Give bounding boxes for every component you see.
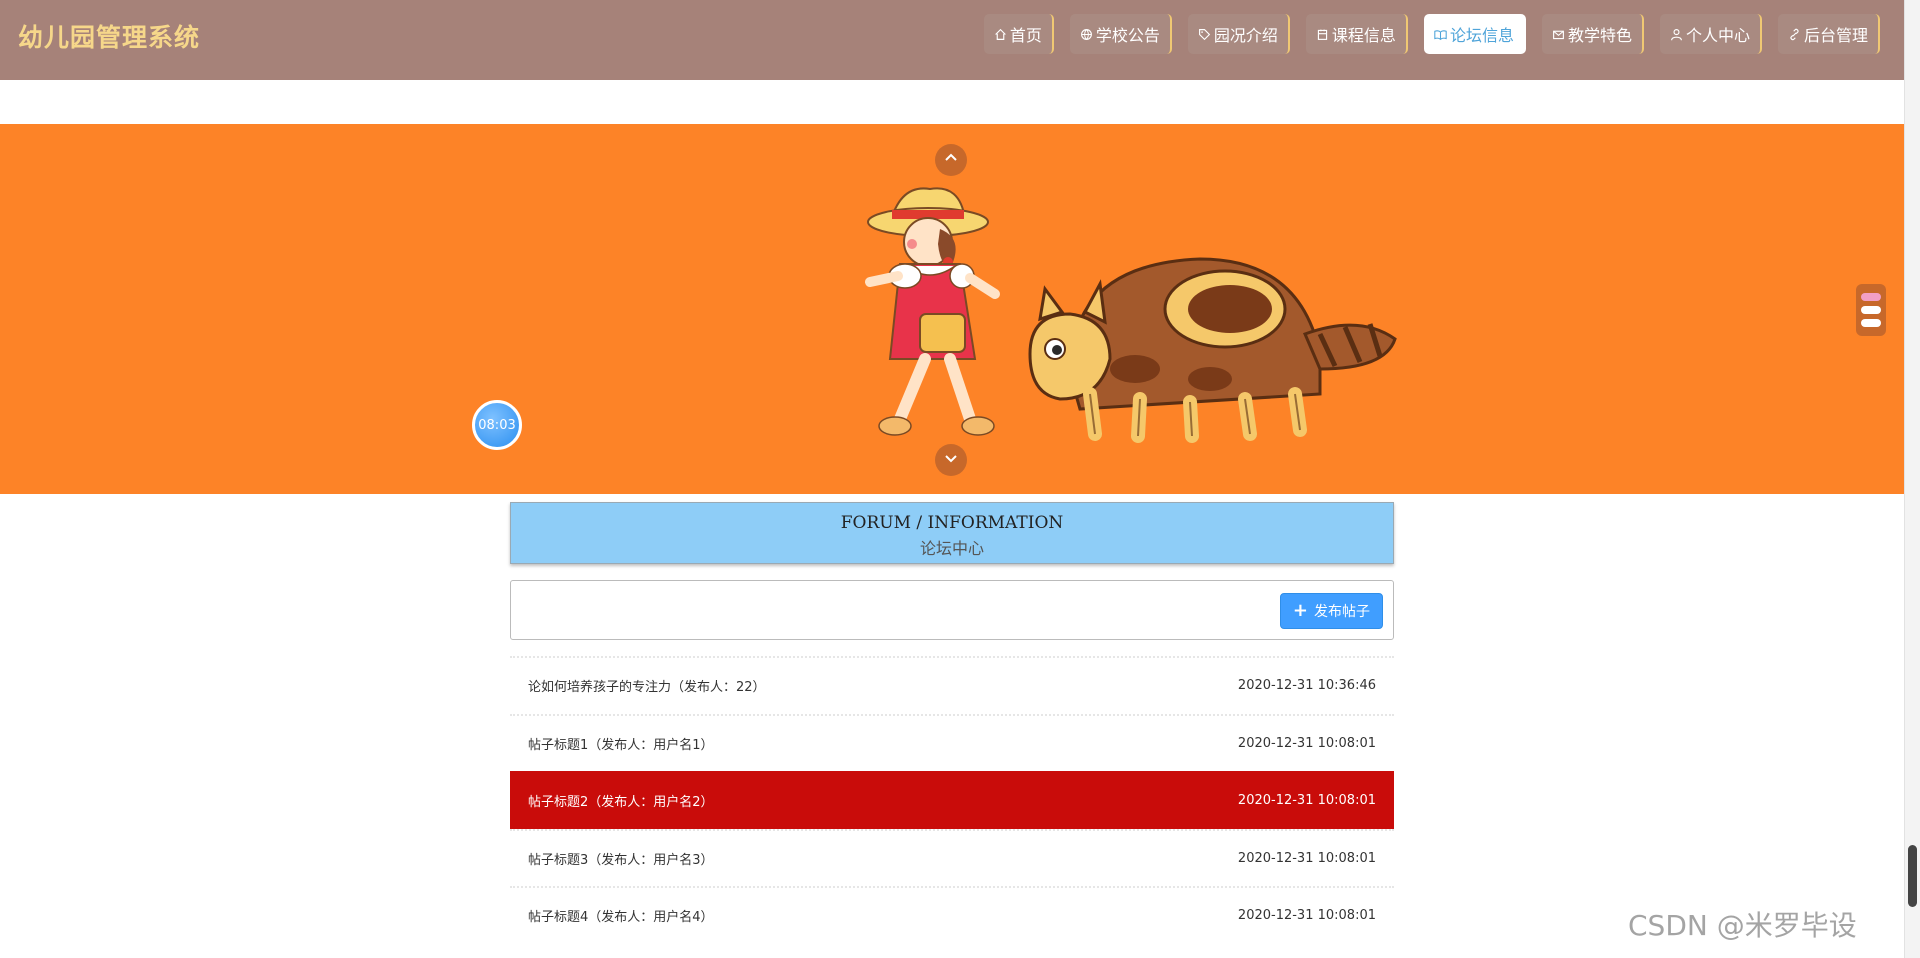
post-time: 2020-12-31 10:08:01 [1237, 850, 1376, 866]
user-icon [1670, 27, 1684, 41]
scrollbar-thumb[interactable] [1908, 845, 1917, 907]
top-header: 幼儿园管理系统 首页 学校公告 园况介绍 课程信息 论坛信息 教学特色 个人中心… [0, 0, 1904, 80]
carousel-indicator-2[interactable] [1861, 306, 1881, 314]
banner-illustration [865, 187, 1397, 443]
post-time: 2020-12-31 10:08:01 [1237, 793, 1376, 809]
calendar-icon [1316, 27, 1330, 41]
nav-admin-label: 后台管理 [1803, 26, 1868, 45]
nav-notice-label: 学校公告 [1095, 26, 1160, 45]
mail-icon [1552, 27, 1566, 41]
nav-intro-label: 园况介绍 [1213, 26, 1278, 45]
nav-course-label: 课程信息 [1331, 26, 1396, 45]
post-title: 帖子标题4（发布人：用户名4） [528, 910, 714, 926]
nav-admin[interactable]: 后台管理 [1777, 14, 1880, 54]
clock-widget: 08:03 [472, 400, 522, 450]
post-row[interactable]: 论如何培养孩子的专注力（发布人：22） 2020-12-31 10:36:46 [510, 656, 1394, 714]
girl-illustration [865, 187, 1000, 436]
watermark: CSDN @米罗毕设 [1628, 909, 1857, 942]
nav-profile-label: 个人中心 [1685, 26, 1750, 45]
carousel-indicator-1[interactable] [1861, 293, 1881, 301]
site-title: 幼儿园管理系统 [18, 23, 201, 52]
forum-heading: FORUM / INFORMATION 论坛中心 [510, 502, 1394, 564]
forum-title-en: FORUM / INFORMATION [840, 513, 1064, 533]
tag-icon [1198, 27, 1212, 41]
post-time: 2020-12-31 10:08:01 [1237, 735, 1376, 751]
post-row[interactable]: 帖子标题3（发布人：用户名3） 2020-12-31 10:08:01 [510, 828, 1394, 887]
carousel-indicator-3[interactable] [1861, 319, 1881, 327]
nav-home[interactable]: 首页 [983, 14, 1054, 54]
globe-icon [1080, 27, 1094, 41]
nav-course[interactable]: 课程信息 [1305, 14, 1408, 54]
forum-title-cn: 论坛中心 [919, 539, 984, 558]
nav-feature[interactable]: 教学特色 [1541, 14, 1644, 54]
home-icon [994, 27, 1008, 41]
nav-profile[interactable]: 个人中心 [1659, 14, 1762, 54]
nav-feature-label: 教学特色 [1567, 26, 1632, 45]
post-title: 帖子标题1（发布人：用户名1） [528, 737, 714, 753]
post-title: 帖子标题3（发布人：用户名3） [528, 852, 714, 868]
publish-post-button[interactable]: + 发布帖子 [1279, 593, 1383, 629]
post-row-highlighted[interactable]: 帖子标题2（发布人：用户名2） 2020-12-31 10:08:01 [510, 771, 1394, 829]
post-time: 2020-12-31 10:08:01 [1237, 908, 1376, 924]
nav-forum[interactable]: 论坛信息 [1423, 14, 1526, 54]
nav-home-label: 首页 [1009, 26, 1042, 45]
nav-intro[interactable]: 园况介绍 [1187, 14, 1290, 54]
publish-post-label: 发布帖子 [1314, 604, 1370, 620]
carousel-down-button[interactable] [935, 444, 967, 476]
chevron-down-icon [943, 450, 959, 470]
plus-icon: + [1292, 600, 1308, 621]
post-title: 论如何培养孩子的专注力（发布人：22） [528, 680, 766, 696]
forum-toolbar: + 发布帖子 [510, 580, 1394, 640]
page-scrollbar[interactable] [1904, 0, 1920, 958]
banner-carousel: 08:03 [0, 124, 1904, 494]
nav-notice[interactable]: 学校公告 [1069, 14, 1172, 54]
carousel-indicators [1856, 284, 1886, 336]
main-nav: 首页 学校公告 园况介绍 课程信息 论坛信息 教学特色 个人中心 后台管理 [983, 14, 1880, 54]
nav-forum-label: 论坛信息 [1449, 26, 1514, 45]
post-row[interactable]: 帖子标题4（发布人：用户名4） 2020-12-31 10:08:01 [510, 886, 1394, 944]
post-title: 帖子标题2（发布人：用户名2） [528, 795, 714, 811]
post-row[interactable]: 帖子标题1（发布人：用户名1） 2020-12-31 10:08:01 [510, 713, 1394, 772]
link-icon [1788, 27, 1802, 41]
post-time: 2020-12-31 10:36:46 [1237, 678, 1376, 694]
catbus-illustration [1028, 257, 1397, 443]
post-list: 论如何培养孩子的专注力（发布人：22） 2020-12-31 10:36:46 … [510, 656, 1394, 944]
book-icon [1434, 27, 1448, 41]
